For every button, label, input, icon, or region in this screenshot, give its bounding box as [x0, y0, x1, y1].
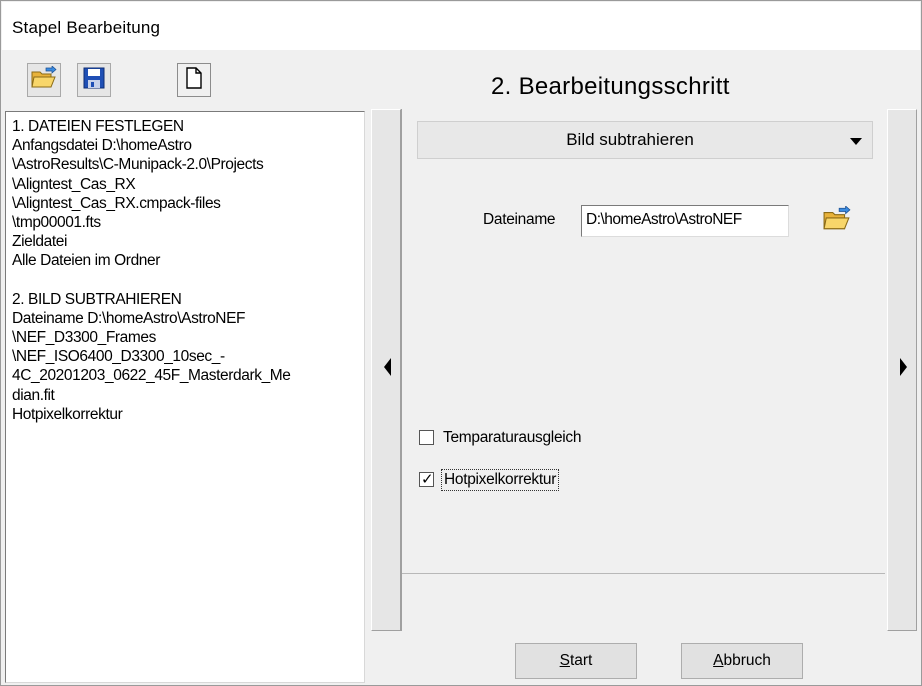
list-item: Anfangsdatei D:\homeAstro — [12, 137, 192, 155]
new-button[interactable] — [177, 63, 211, 97]
window-title: Stapel Bearbeitung — [12, 18, 161, 37]
checkmark-icon: ✓ — [421, 470, 434, 488]
arrow-left-icon — [384, 358, 391, 376]
open-folder-icon — [31, 64, 57, 95]
browse-file-button[interactable] — [817, 201, 857, 241]
step-settings-panel — [401, 109, 885, 631]
list-item: 4C_20201203_0622_45F_Masterdark_Me — [12, 367, 291, 385]
hotpixel-correction-checkbox[interactable]: ✓ — [419, 470, 434, 488]
cancel-label: bbruch — [723, 652, 771, 669]
list-item: \Aligntest_Cas_RX — [12, 175, 136, 193]
open-button[interactable] — [27, 63, 61, 97]
file-name-field[interactable]: D:\homeAstro\AstroNEF — [581, 205, 789, 237]
list-item: dian.fit — [12, 386, 55, 404]
save-button[interactable] — [77, 63, 111, 97]
list-item: \NEF_D3300_Frames — [12, 329, 156, 347]
start-button[interactable]: Start — [515, 643, 637, 679]
arrow-right-icon — [900, 358, 907, 376]
temperature-compensation-label: Temparaturausgleich — [443, 429, 582, 446]
list-item: Hotpixelkorrektur — [12, 405, 123, 423]
next-step-button[interactable] — [887, 109, 917, 631]
start-label: tart — [569, 652, 593, 669]
list-item: \AstroResults\C-Munipack-2.0\Projects — [12, 156, 264, 174]
temperature-compensation-checkbox[interactable] — [419, 430, 434, 445]
operation-dropdown-value: Bild subtrahieren — [566, 130, 694, 149]
list-item: \NEF_ISO6400_D3300_10sec_- — [12, 348, 225, 366]
status-area — [402, 573, 885, 631]
file-name-label: Dateiname — [483, 211, 556, 228]
title-bar: Stapel Bearbeitung — [2, 2, 920, 50]
list-item: \tmp00001.fts — [12, 214, 101, 232]
cancel-button[interactable]: Abbruch — [681, 643, 803, 679]
step-title: 2. Bearbeitungsschritt — [491, 73, 730, 100]
processing-summary-list[interactable]: 1. DATEIEN FESTLEGEN Anfangsdatei D:\home… — [5, 111, 365, 683]
batch-processing-window: Stapel Bearbeitung 1. DATEIEN FESTLEGEN … — [0, 0, 922, 686]
list-item: \Aligntest_Cas_RX.cmpack-files — [12, 194, 221, 212]
operation-dropdown[interactable]: Bild subtrahieren — [417, 121, 873, 159]
cancel-accelerator: A — [713, 652, 724, 669]
chevron-down-icon — [850, 138, 862, 145]
list-item: 1. DATEIEN FESTLEGEN — [12, 118, 184, 135]
previous-step-button[interactable] — [371, 109, 401, 631]
floppy-disk-save-icon — [83, 67, 105, 94]
list-item: Zieldatei — [12, 233, 67, 251]
open-folder-icon — [823, 204, 851, 237]
hotpixel-correction-label: Hotpixelkorrektur — [440, 469, 560, 491]
list-item: Alle Dateien im Ordner — [12, 252, 160, 270]
start-accelerator: S — [559, 652, 570, 669]
list-item: Dateiname D:\homeAstro\AstroNEF — [12, 309, 246, 327]
list-item: 2. BILD SUBTRAHIEREN — [12, 290, 182, 308]
new-document-icon — [185, 66, 203, 94]
